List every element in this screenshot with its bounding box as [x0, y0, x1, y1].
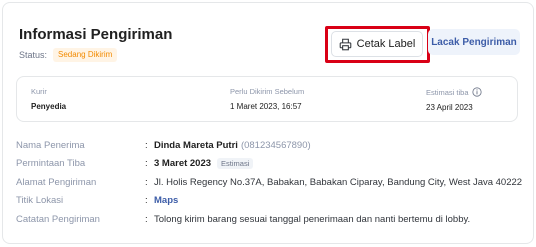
- eta-value: 23 April 2023: [426, 103, 473, 112]
- shipping-details: Nama Penerima : Dinda Mareta Putri (0812…: [16, 136, 526, 229]
- page-title: Informasi Pengiriman: [19, 26, 173, 43]
- recipient-phone: (081234567890): [240, 139, 311, 151]
- detail-row-location: Titik Lokasi : Maps: [16, 192, 526, 211]
- info-circle-icon[interactable]: [471, 87, 482, 97]
- shipping-summary-box: Kurir Penyedia Perlu Dikirim Sebelum 1 M…: [16, 76, 518, 122]
- colon: :: [145, 139, 148, 151]
- colon: :: [145, 158, 148, 170]
- notes-label: Catatan Pengiriman: [16, 213, 100, 225]
- status-label: Status:: [19, 50, 48, 60]
- courier-label: Kurir: [31, 87, 47, 96]
- courier-value: Penyedia: [31, 102, 67, 111]
- ship-before-value: 1 Maret 2023, 16:57: [230, 102, 302, 111]
- eta-label: Estimasi tiba: [426, 87, 469, 97]
- detail-row-notes: Catatan Pengiriman : Tolong kirim barang…: [16, 210, 526, 229]
- eta-column: Estimasi tiba 23 April 2023: [426, 87, 482, 112]
- detail-row-recipient: Nama Penerima : Dinda Mareta Putri (0812…: [16, 136, 526, 155]
- address-label: Alamat Pengiriman: [16, 176, 97, 188]
- request-value-group: 3 Maret 2023 Estimasi: [154, 158, 254, 170]
- detail-row-address: Alamat Pengiriman : Jl. Holis Regency No…: [16, 173, 526, 192]
- colon: :: [145, 213, 148, 225]
- status-badge: Sedang Dikirim: [53, 48, 118, 62]
- track-shipment-button[interactable]: Lacak Pengiriman: [428, 29, 520, 55]
- colon: :: [145, 176, 148, 188]
- detail-row-request: Permintaan Tiba : 3 Maret 2023 Estimasi: [16, 155, 526, 174]
- ship-before-column: Perlu Dikirim Sebelum 1 Maret 2023, 16:5…: [230, 87, 304, 111]
- notes-value: Tolong kirim barang sesuai tanggal pener…: [154, 213, 471, 225]
- colon: :: [145, 195, 148, 207]
- ship-before-label: Perlu Dikirim Sebelum: [230, 87, 305, 96]
- print-label-button[interactable]: Cetak Label: [331, 31, 423, 57]
- printer-icon: [339, 38, 351, 50]
- estimate-badge: Estimasi: [217, 158, 254, 170]
- recipient-label: Nama Penerima: [16, 139, 85, 151]
- print-label-text: Cetak Label: [356, 38, 416, 50]
- eta-label-row: Estimasi tiba: [426, 87, 482, 97]
- status-row: Status: Sedang Dikirim: [19, 48, 118, 62]
- request-date: 3 Maret 2023: [154, 158, 212, 170]
- request-label: Permintaan Tiba: [16, 158, 86, 170]
- maps-link[interactable]: Maps: [154, 195, 178, 206]
- address-value: Jl. Holis Regency No.37A, Babakan, Babak…: [154, 176, 523, 188]
- location-label: Titik Lokasi: [16, 195, 64, 207]
- recipient-name: Dinda Mareta Putri: [154, 139, 238, 151]
- recipient-value: Dinda Mareta Putri (081234567890): [154, 140, 311, 151]
- courier-column: Kurir Penyedia: [31, 87, 66, 111]
